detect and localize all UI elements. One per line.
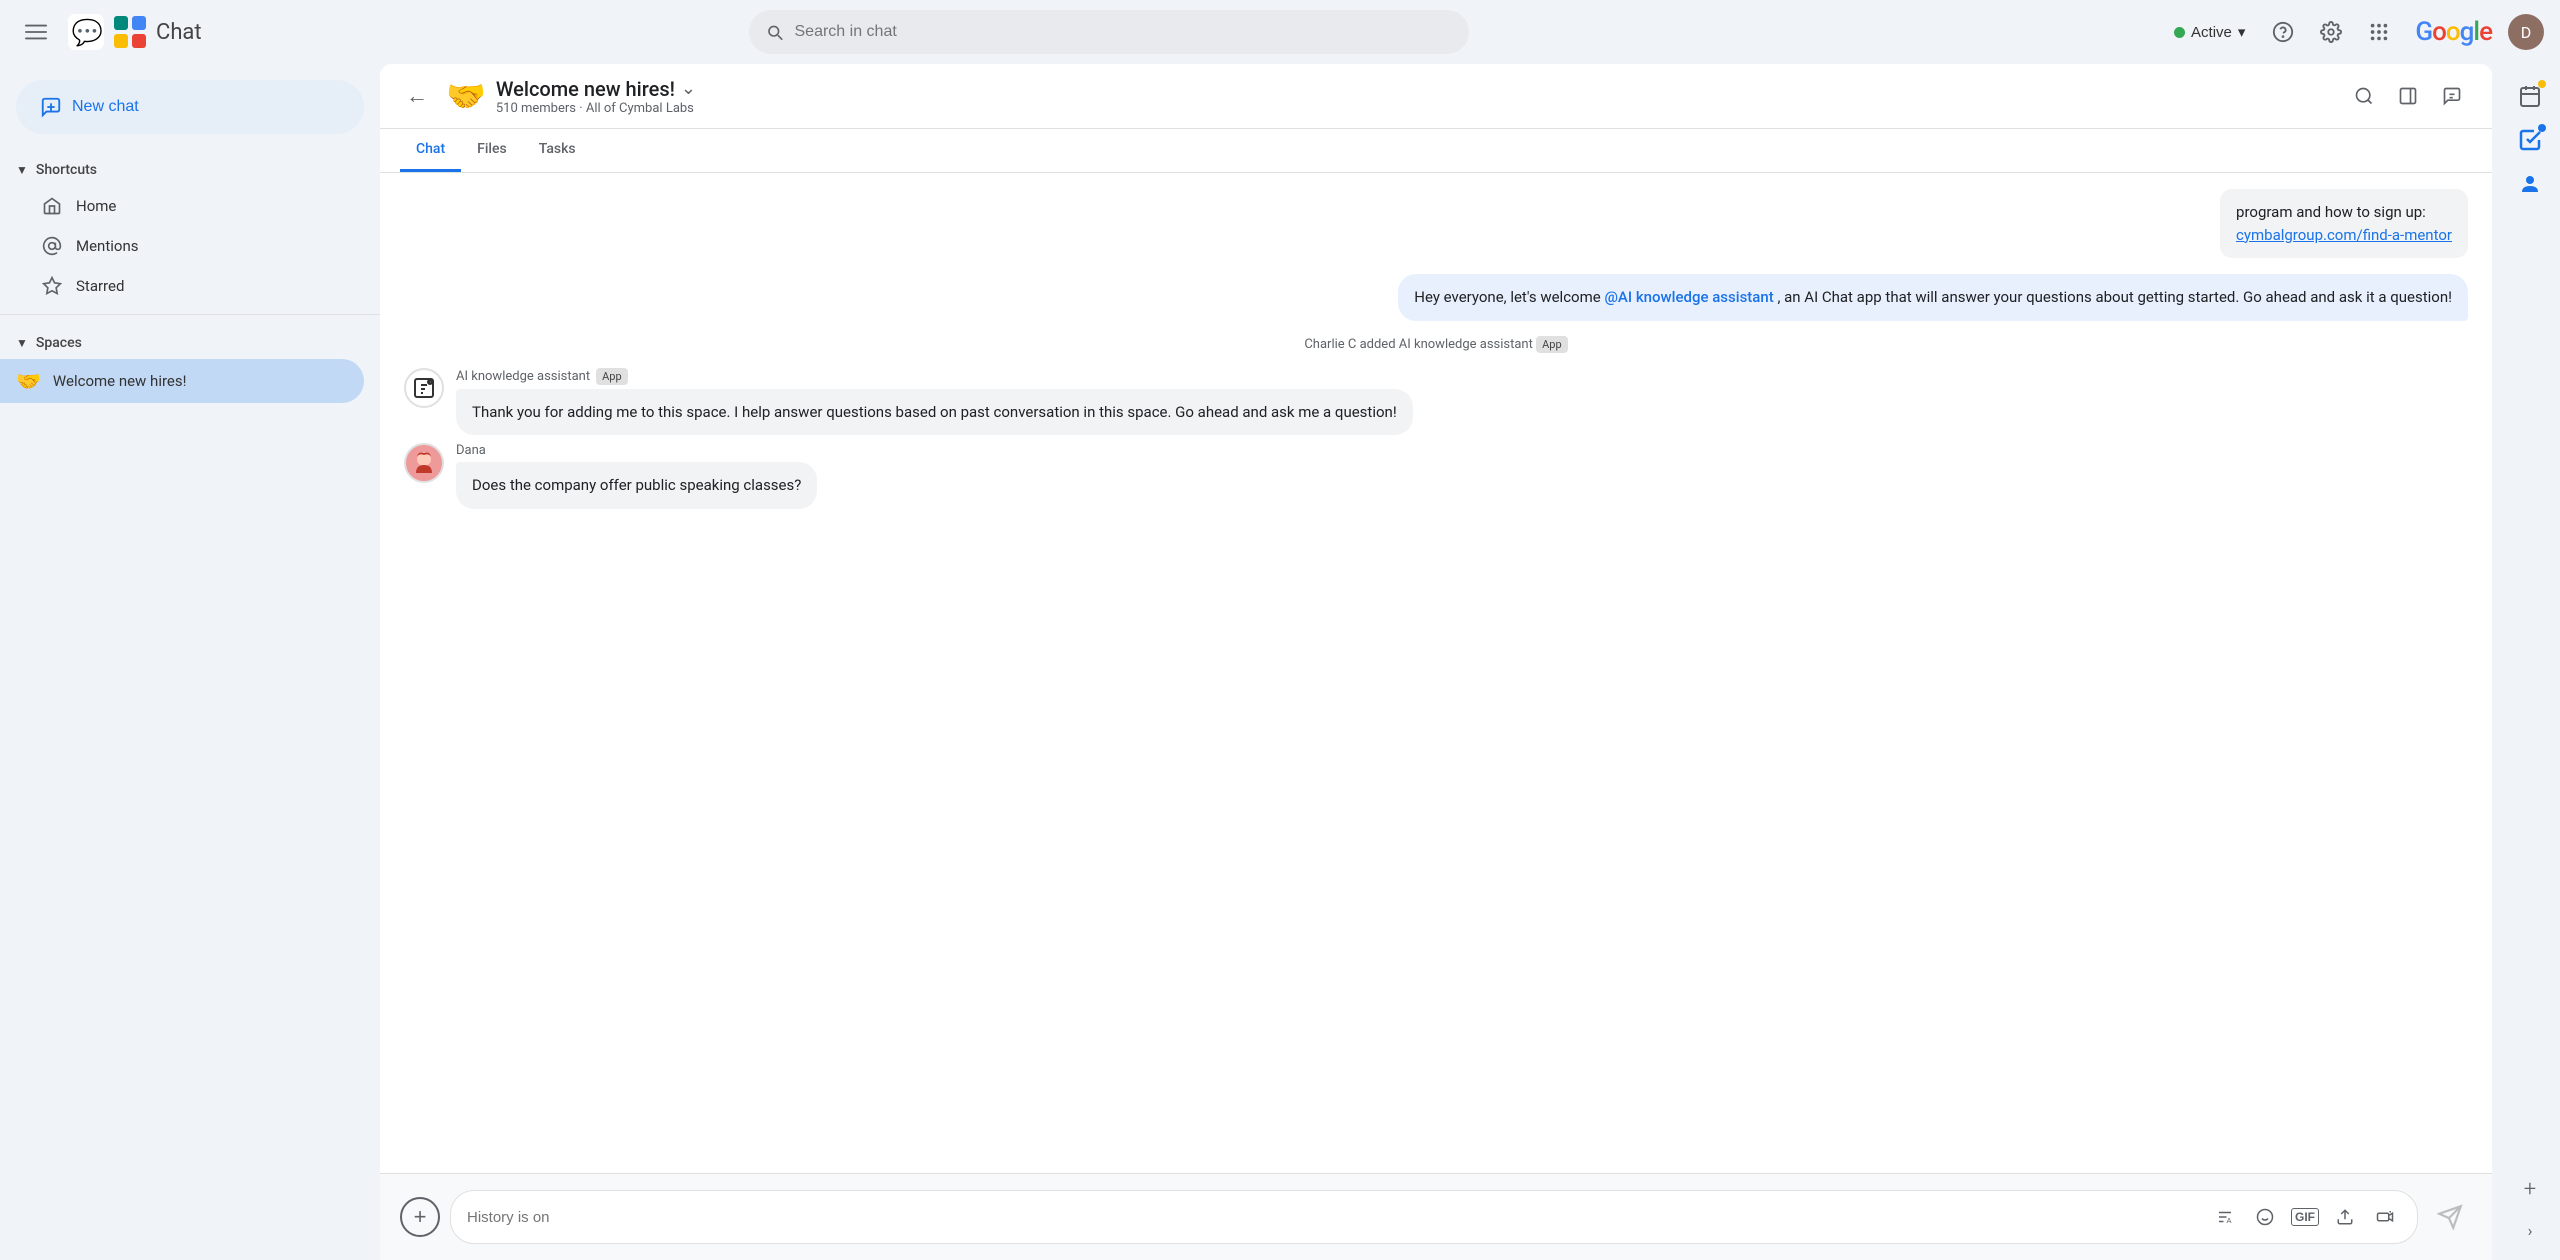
chat-tabs: Chat Files Tasks xyxy=(380,129,2492,173)
sidebar-item-starred[interactable]: Starred xyxy=(0,266,364,306)
back-button[interactable]: ← xyxy=(400,77,434,115)
sidebar-space-welcome[interactable]: 🤝 Welcome new hires! xyxy=(0,359,364,403)
mentor-link[interactable]: cymbalgroup.com/find-a-mentor xyxy=(2236,226,2452,244)
text-format-button[interactable]: A xyxy=(2209,1201,2241,1233)
right-sidebar-add-button[interactable]: + xyxy=(2510,1169,2550,1209)
search-bar xyxy=(749,10,1469,54)
apps-button[interactable] xyxy=(2359,12,2399,52)
chat-input-area: + A xyxy=(380,1173,2492,1260)
search-chat-button[interactable] xyxy=(2344,76,2384,116)
dana-message-content: Dana Does the company offer public speak… xyxy=(456,443,2468,509)
message-input[interactable] xyxy=(467,1209,2201,1226)
shortcuts-label: Shortcuts xyxy=(36,162,97,178)
system-message: Charlie C added AI knowledge assistant A… xyxy=(404,337,2468,352)
video-button[interactable] xyxy=(2369,1201,2401,1233)
chat-header-info: Welcome new hires! ⌄ 510 members · All o… xyxy=(496,77,2344,116)
app-logo: 💬 Chat xyxy=(68,14,202,50)
gif-button[interactable]: GIF xyxy=(2289,1201,2321,1233)
calendar-icon-button[interactable] xyxy=(2510,76,2550,116)
contacts-icon-button[interactable] xyxy=(2510,164,2550,204)
right-sidebar: + › xyxy=(2500,64,2560,1260)
ai-avatar: ? xyxy=(404,368,444,408)
dana-message-group: Dana Does the company offer public speak… xyxy=(404,443,2468,509)
tab-chat[interactable]: Chat xyxy=(400,129,461,172)
messages-area: program and how to sign up: cymbalgroup.… xyxy=(380,173,2492,1173)
google-logo: Google xyxy=(2415,17,2492,47)
ai-message-bubble: Thank you for adding me to this space. I… xyxy=(456,389,1413,436)
tasks-icon-button[interactable] xyxy=(2510,120,2550,160)
title-chevron-icon[interactable]: ⌄ xyxy=(681,78,696,99)
sidebar: New chat ▼ Shortcuts Home Mentions xyxy=(0,64,380,1260)
thread-button[interactable] xyxy=(2432,76,2472,116)
ai-app-badge: App xyxy=(596,368,628,385)
help-button[interactable] xyxy=(2263,12,2303,52)
user-avatar[interactable]: D xyxy=(2508,14,2544,50)
panel-button[interactable] xyxy=(2388,76,2428,116)
tab-files[interactable]: Files xyxy=(461,129,523,172)
main-layout: New chat ▼ Shortcuts Home Mentions xyxy=(0,64,2560,1260)
calendar-badge xyxy=(2538,80,2546,88)
shortcuts-header[interactable]: ▼ Shortcuts xyxy=(0,154,380,186)
svg-text:💬: 💬 xyxy=(72,18,103,48)
system-app-badge: App xyxy=(1536,336,1568,353)
sidebar-item-home[interactable]: Home xyxy=(0,186,364,226)
tasks-badge xyxy=(2538,124,2546,132)
ai-sender: AI knowledge assistant App xyxy=(456,368,2468,385)
dana-avatar xyxy=(404,443,444,483)
spaces-header[interactable]: ▼ Spaces xyxy=(0,319,380,359)
topbar-left: 💬 Chat xyxy=(16,12,396,52)
space-label: Welcome new hires! xyxy=(53,372,187,390)
topbar-right: Active ▾ Google xyxy=(2164,12,2544,52)
sidebar-divider xyxy=(0,314,380,315)
chevron-down-icon: ▼ xyxy=(16,336,28,350)
sidebar-item-mentions[interactable]: Mentions xyxy=(0,226,364,266)
chat-header-emoji: 🤝 xyxy=(446,77,486,115)
chat-area: ← 🤝 Welcome new hires! ⌄ 510 members · A… xyxy=(380,64,2492,1260)
online-indicator xyxy=(2174,27,2185,38)
ai-message-content: AI knowledge assistant App Thank you for… xyxy=(456,368,2468,436)
starred-label: Starred xyxy=(76,277,124,295)
upload-button[interactable] xyxy=(2329,1201,2361,1233)
charlie-message-group: Hey everyone, let's welcome @AI knowledg… xyxy=(404,274,2468,321)
chat-input-row: + A xyxy=(400,1190,2472,1244)
send-button[interactable] xyxy=(2428,1195,2472,1239)
chat-title: Welcome new hires! ⌄ xyxy=(496,77,2344,101)
home-label: Home xyxy=(76,197,116,215)
tab-tasks[interactable]: Tasks xyxy=(523,129,592,172)
message-bubble: program and how to sign up: cymbalgroup.… xyxy=(2220,189,2468,258)
new-chat-label: New chat xyxy=(72,98,139,116)
active-label: Active xyxy=(2191,24,2232,41)
message-group-prev: program and how to sign up: cymbalgroup.… xyxy=(404,189,2468,266)
topbar: 💬 Chat Active ▾ xyxy=(0,0,2560,64)
dana-sender: Dana xyxy=(456,443,2468,458)
right-sidebar-chevron-icon[interactable]: › xyxy=(2520,1213,2541,1248)
ai-mention[interactable]: @AI knowledge assistant xyxy=(1604,288,1773,306)
mentions-label: Mentions xyxy=(76,237,138,255)
search-input[interactable] xyxy=(795,23,1454,41)
shortcuts-section: ▼ Shortcuts Home Mentions xyxy=(0,150,380,310)
active-status-button[interactable]: Active ▾ xyxy=(2164,17,2255,47)
spaces-label: Spaces xyxy=(36,335,82,351)
add-content-button[interactable]: + xyxy=(400,1197,440,1237)
svg-text:A: A xyxy=(2227,1216,2232,1225)
dana-message-bubble: Does the company offer public speaking c… xyxy=(456,462,817,509)
chat-input-inner: A GIF xyxy=(450,1190,2418,1244)
ai-message-group: ? AI knowledge assistant App Thank you f… xyxy=(404,368,2468,436)
new-chat-button[interactable]: New chat xyxy=(16,80,364,134)
chat-header: ← 🤝 Welcome new hires! ⌄ 510 members · A… xyxy=(380,64,2492,129)
app-title: Chat xyxy=(156,20,202,45)
space-emoji: 🤝 xyxy=(16,369,41,393)
charlie-message-bubble: Hey everyone, let's welcome @AI knowledg… xyxy=(1398,274,2468,321)
emoji-button[interactable] xyxy=(2249,1201,2281,1233)
chat-meta: 510 members · All of Cymbal Labs xyxy=(496,101,2344,116)
settings-button[interactable] xyxy=(2311,12,2351,52)
chevron-down-icon: ▾ xyxy=(2238,23,2246,41)
menu-button[interactable] xyxy=(16,12,56,52)
chevron-down-icon: ▼ xyxy=(16,163,28,177)
chat-header-actions xyxy=(2344,76,2472,116)
